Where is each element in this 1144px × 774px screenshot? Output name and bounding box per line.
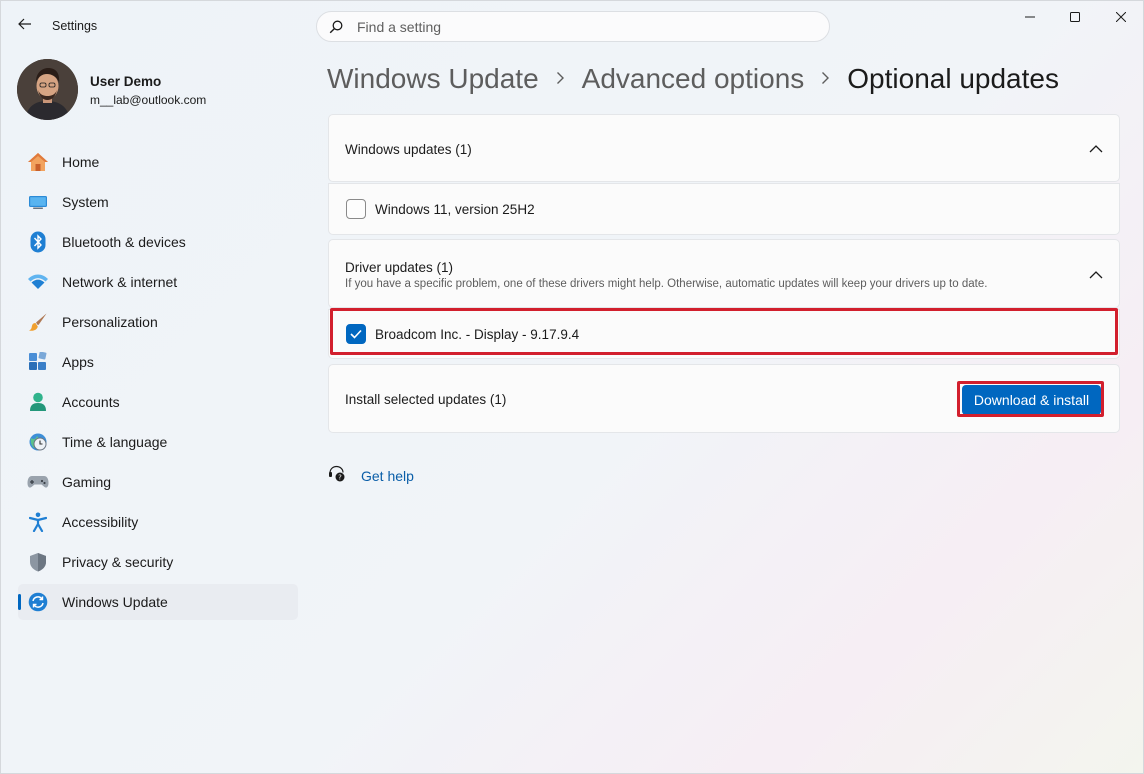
sidebar-item-accessibility[interactable]: Accessibility	[18, 504, 298, 540]
page-title: Optional updates	[847, 63, 1059, 94]
sidebar-item-label: Windows Update	[62, 594, 168, 610]
app-title: Settings	[52, 19, 98, 33]
sidebar-item-personalization[interactable]: Personalization	[18, 304, 298, 340]
help-icon: ?	[328, 465, 346, 488]
apps-icon	[27, 351, 49, 373]
sidebar-item-privacy-security[interactable]: Privacy & security	[18, 544, 298, 580]
sidebar-item-label: Privacy & security	[62, 554, 174, 570]
windows-update-checkbox[interactable]	[346, 199, 366, 219]
minimize-icon	[1025, 9, 1035, 27]
close-button[interactable]	[1098, 7, 1144, 29]
user-profile[interactable]: User Demo m__lab@outlook.com	[17, 59, 297, 121]
breadcrumb-item-windows-update[interactable]: Windows Update	[327, 63, 539, 95]
back-button[interactable]	[11, 13, 39, 39]
sidebar-item-bluetooth-devices[interactable]: Bluetooth & devices	[18, 224, 298, 260]
title-bar: Settings	[1, 1, 1143, 51]
sidebar-item-system[interactable]: System	[18, 184, 298, 220]
get-help-label: Get help	[361, 468, 414, 484]
sidebar-item-accounts[interactable]: Accounts	[18, 384, 298, 420]
driver-updates-title: Driver updates (1)	[345, 260, 454, 275]
chevron-right-icon	[556, 68, 565, 91]
windows-update-item[interactable]: Windows 11, version 25H2	[328, 183, 1120, 235]
gamepad-icon	[27, 471, 49, 493]
sidebar-item-windows-update[interactable]: Windows Update	[18, 584, 298, 620]
windows-updates-header[interactable]: Windows updates (1)	[328, 114, 1120, 182]
time-language-icon	[27, 431, 49, 453]
sidebar-item-label: Accessibility	[62, 514, 139, 530]
sidebar-item-apps[interactable]: Apps	[18, 344, 298, 380]
search-box[interactable]	[316, 11, 830, 42]
avatar	[17, 59, 78, 120]
sidebar-item-network-internet[interactable]: Network & internet	[18, 264, 298, 300]
chevron-up-icon[interactable]	[1089, 268, 1103, 282]
close-icon	[1115, 9, 1127, 27]
windows-update-icon	[27, 591, 49, 613]
checkmark-icon	[350, 329, 362, 339]
sidebar-item-label: Network & internet	[62, 274, 178, 290]
svg-text:?: ?	[338, 473, 342, 481]
back-arrow-icon	[18, 17, 32, 35]
windows-update-item-label: Windows 11, version 25H2	[375, 201, 535, 217]
install-selected-label: Install selected updates (1)	[345, 392, 507, 407]
sidebar-item-label: Gaming	[62, 474, 112, 490]
driver-update-item-label: Broadcom Inc. - Display - 9.17.9.4	[375, 326, 580, 342]
shield-icon	[27, 551, 49, 573]
maximize-button[interactable]	[1052, 7, 1098, 29]
settings-window: Settings Find a setting User Demo m__lab…	[0, 0, 1144, 774]
system-icon	[27, 191, 49, 213]
sidebar-item-label: System	[62, 194, 109, 210]
accounts-icon	[27, 391, 49, 413]
brush-icon	[27, 311, 49, 333]
maximize-icon	[1070, 9, 1080, 27]
wifi-icon	[27, 271, 49, 293]
user-email: m__lab@outlook.com	[90, 93, 207, 107]
sidebar-item-label: Home	[62, 154, 100, 170]
chevron-up-icon[interactable]	[1089, 142, 1103, 156]
sidebar-item-label: Personalization	[62, 314, 158, 330]
driver-updates-header[interactable]: Driver updates (1) If you have a specifi…	[328, 239, 1120, 308]
sidebar-nav: Home System Bluetooth & devices Network …	[18, 144, 298, 624]
minimize-button[interactable]	[1007, 7, 1053, 29]
get-help-link[interactable]: ? Get help	[328, 465, 414, 487]
chevron-right-icon	[821, 68, 830, 91]
accessibility-icon	[27, 511, 49, 533]
sidebar-item-home[interactable]: Home	[18, 144, 298, 180]
driver-updates-description: If you have a specific problem, one of t…	[345, 278, 988, 290]
breadcrumb-item-advanced-options[interactable]: Advanced options	[582, 63, 805, 95]
search-icon	[329, 19, 345, 35]
search-input[interactable]	[357, 18, 797, 35]
breadcrumb: Windows Update Advanced options Optional…	[327, 59, 1059, 99]
bluetooth-icon	[27, 231, 49, 253]
home-icon	[27, 151, 49, 173]
sidebar-item-label: Accounts	[62, 394, 120, 410]
sidebar-item-gaming[interactable]: Gaming	[18, 464, 298, 500]
sidebar-item-label: Bluetooth & devices	[62, 234, 186, 250]
driver-update-item[interactable]: Broadcom Inc. - Display - 9.17.9.4	[328, 309, 1120, 359]
sidebar-item-label: Apps	[62, 354, 94, 370]
driver-update-checkbox[interactable]	[346, 324, 366, 344]
sidebar-item-label: Time & language	[62, 434, 168, 450]
download-install-button[interactable]: Download & install	[962, 385, 1101, 415]
sidebar-item-time-language[interactable]: Time & language	[18, 424, 298, 460]
windows-updates-title: Windows updates (1)	[345, 142, 472, 157]
user-name: User Demo	[90, 74, 162, 89]
